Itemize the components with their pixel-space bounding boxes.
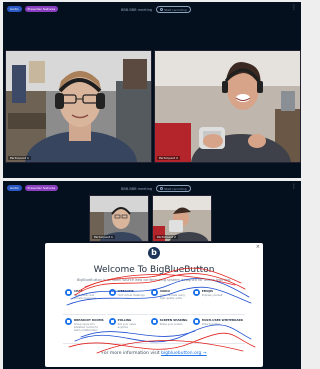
room-header: BBB.BBB meeting Start recording: [121, 6, 191, 13]
recording-button[interactable]: Start recording: [156, 6, 191, 13]
feature-polling: POLLING Poll your users anytime: [106, 316, 148, 344]
chip-audio-label: Audio: [10, 186, 19, 190]
feature-whiteboard: MULTI-USER WHITEBOARD Draw together: [190, 316, 245, 344]
presenter-chip[interactable]: Presenter features: [24, 185, 59, 191]
feature-chat: CHAT Send public and private messages: [63, 287, 106, 315]
close-icon[interactable]: ×: [256, 244, 260, 250]
feature-title: BREAKOUT ROOMS: [74, 318, 104, 322]
feature-desc: Poll your users anytime: [117, 323, 136, 329]
feature-title: POLLING: [117, 318, 132, 322]
feature-webcams: WEBCAMS Hold virtual meetings: [106, 287, 148, 315]
feature-title: AUDIO: [159, 289, 170, 293]
video-tile-participant-1[interactable]: Participant 1: [5, 50, 152, 163]
feature-emojis: EMOJIS Express yourself: [190, 287, 245, 315]
welcome-modal: × b Welcome To BigBlueButton BigBlueButt…: [45, 243, 263, 367]
recording-label: Start recording: [164, 186, 187, 191]
feature-desc: Express yourself: [201, 294, 223, 297]
record-icon: [160, 8, 164, 11]
breakout-icon: [65, 318, 72, 325]
feature-audio: AUDIO Communicate using high quality audi…: [148, 287, 190, 315]
audio-chip[interactable]: Audio: [7, 6, 22, 12]
audio-chip[interactable]: Audio: [7, 185, 22, 191]
room-title: BBB.BBB meeting: [121, 186, 153, 191]
feature-title: MULTI-USER WHITEBOARD: [201, 318, 243, 322]
meeting-screenshot-top: Audio Presenter features BBB.BBB meeting…: [3, 2, 301, 178]
presenter-chip[interactable]: Presenter features: [24, 6, 59, 12]
video-thumb-participant-2[interactable]: Participant 2: [152, 195, 212, 242]
feature-desc: Send public and private messages: [74, 294, 97, 300]
participant-2-video: [155, 51, 300, 162]
chip-presenter-label: Presenter features: [27, 186, 56, 190]
chat-icon: [65, 289, 72, 296]
room-title: BBB.BBB meeting: [121, 7, 153, 12]
welcome-tagline: BigBlueButton is an open source web conf…: [76, 278, 232, 282]
emoji-icon: [192, 289, 200, 296]
chip-presenter-label: Presenter features: [27, 7, 56, 11]
room-header-2: BBB.BBB meeting Start recording: [121, 185, 191, 192]
feature-title: CHAT: [74, 289, 83, 293]
video-tile-participant-2[interactable]: Participant 2: [154, 50, 301, 163]
more-info-line: For more information visit bigbluebutton…: [45, 351, 263, 356]
recording-button[interactable]: Start recording: [156, 185, 191, 192]
feature-title: WEBCAMS: [117, 289, 134, 293]
webcam-icon: [108, 289, 116, 296]
chip-audio-label: Audio: [10, 7, 19, 11]
feature-grid: CHAT Send public and private messages WEB…: [63, 287, 245, 344]
feature-title: SCREEN SHARING: [159, 318, 188, 322]
bigbluebutton-link[interactable]: bigbluebutton.org →: [161, 351, 207, 356]
more-vertical-icon[interactable]: ⋮: [291, 184, 297, 190]
header-chips: Audio Presenter features: [7, 6, 59, 12]
participant-1-video: [6, 51, 151, 162]
feature-desc: Group users into breakout rooms for team…: [74, 323, 98, 332]
feature-breakout-rooms: BREAKOUT ROOMS Group users into breakout …: [63, 316, 106, 344]
poll-icon: [108, 318, 116, 325]
welcome-title: Welcome To BigBlueButton: [93, 265, 215, 275]
bigbluebutton-logo: b: [148, 247, 160, 259]
feature-screen-sharing: SCREEN SHARING Share your screen: [148, 316, 190, 344]
feature-desc: Draw together: [201, 323, 220, 326]
whiteboard-icon: [192, 318, 200, 325]
header-chips-2: Audio Presenter features: [7, 185, 59, 191]
audio-icon: [150, 289, 158, 296]
participant-1-name: Participant 1: [92, 235, 115, 239]
feature-desc: Share your screen: [159, 323, 183, 326]
more-vertical-icon[interactable]: ⋮: [291, 5, 297, 11]
screen-share-icon: [150, 318, 158, 325]
record-icon: [160, 187, 164, 190]
feature-desc: Communicate using high quality audio: [159, 294, 185, 300]
feature-title: EMOJIS: [201, 289, 213, 293]
participant-2-name: Participant 2: [157, 156, 180, 160]
feature-desc: Hold virtual meetings: [117, 294, 145, 297]
meeting-screenshot-bottom: Audio Presenter features BBB.BBB meeting…: [3, 181, 301, 369]
recording-label: Start recording: [164, 7, 187, 12]
participant-1-name: Participant 1: [8, 156, 31, 160]
participant-2-name: Participant 2: [155, 235, 178, 239]
more-info-text: For more information visit: [101, 351, 160, 356]
video-thumb-participant-1[interactable]: Participant 1: [89, 195, 149, 242]
